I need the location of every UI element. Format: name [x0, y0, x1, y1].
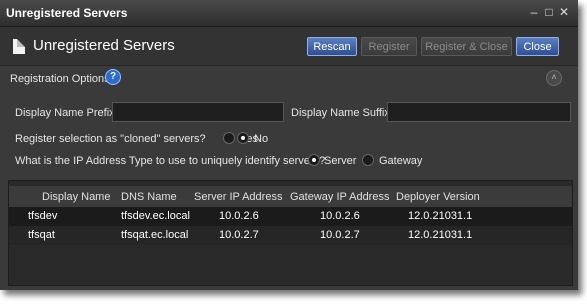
maximize-icon[interactable]: □: [543, 5, 555, 19]
help-icon[interactable]: ?: [105, 69, 121, 85]
close-icon[interactable]: ✕: [558, 5, 570, 19]
cell-deployer-version: 12.0.21031.1: [408, 229, 473, 241]
rescan-button[interactable]: Rescan: [307, 37, 357, 56]
suffix-label: Display Name Suffix: [291, 107, 390, 119]
cloned-question: Register selection as "cloned" servers?: [15, 133, 206, 145]
column-header-server-ip[interactable]: Server IP Address: [194, 191, 282, 203]
register-button[interactable]: Register: [361, 37, 417, 56]
cell-gateway-ip: 10.0.2.6: [320, 210, 360, 222]
collapse-icon[interactable]: ˄: [546, 70, 562, 86]
cell-dns-name: tfsdev.ec.local: [121, 210, 190, 222]
ip-type-question: What is the IP Address Type to use to un…: [15, 155, 326, 167]
table-row[interactable]: tfsdev tfsdev.ec.local 10.0.2.6 10.0.2.6…: [9, 207, 572, 226]
window-title: Unregistered Servers: [6, 6, 128, 20]
servers-table: Display Name DNS Name Server IP Address …: [8, 180, 573, 286]
table-header: Display Name DNS Name Server IP Address …: [9, 186, 572, 208]
title-bar[interactable]: Unregistered Servers – □ ✕: [0, 0, 578, 27]
cell-dns-name: tfsqat.ec.local: [121, 229, 189, 241]
section-title: Registration Options: [10, 73, 110, 85]
column-header-display-name[interactable]: Display Name: [42, 191, 110, 203]
cloned-yes-radio[interactable]: [223, 132, 235, 144]
column-header-deployer-version[interactable]: Deployer Version: [396, 191, 480, 203]
cell-display-name: tfsqat: [28, 229, 55, 241]
cell-server-ip: 10.0.2.6: [219, 210, 259, 222]
close-button[interactable]: Close: [516, 37, 559, 56]
page-header: Unregistered Servers Rescan Register Reg…: [0, 27, 578, 66]
unregistered-servers-window: Unregistered Servers – □ ✕ Unregistered …: [0, 0, 578, 290]
page-title: Unregistered Servers: [33, 37, 175, 54]
ip-server-label[interactable]: Server: [324, 155, 356, 167]
document-icon: [13, 39, 25, 54]
minimize-icon[interactable]: –: [528, 5, 540, 19]
table-row[interactable]: tfsqat tfsqat.ec.local 10.0.2.7 10.0.2.7…: [9, 226, 572, 245]
prefix-label: Display Name Prefix: [15, 107, 115, 119]
ip-gateway-radio[interactable]: [362, 154, 374, 166]
cell-gateway-ip: 10.0.2.7: [320, 229, 360, 241]
cell-deployer-version: 12.0.21031.1: [408, 210, 473, 222]
cell-server-ip: 10.0.2.7: [219, 229, 259, 241]
column-header-dns-name[interactable]: DNS Name: [121, 191, 177, 203]
column-header-gateway-ip[interactable]: Gateway IP Address: [290, 191, 389, 203]
cloned-no-label[interactable]: No: [254, 133, 268, 145]
display-name-suffix-input[interactable]: [387, 102, 571, 122]
register-close-button[interactable]: Register & Close: [421, 37, 512, 56]
cell-display-name: tfsdev: [28, 210, 58, 222]
ip-server-radio[interactable]: [308, 154, 320, 166]
display-name-prefix-input[interactable]: [112, 102, 284, 122]
ip-gateway-label[interactable]: Gateway: [379, 155, 422, 167]
cloned-no-radio[interactable]: [237, 132, 249, 144]
